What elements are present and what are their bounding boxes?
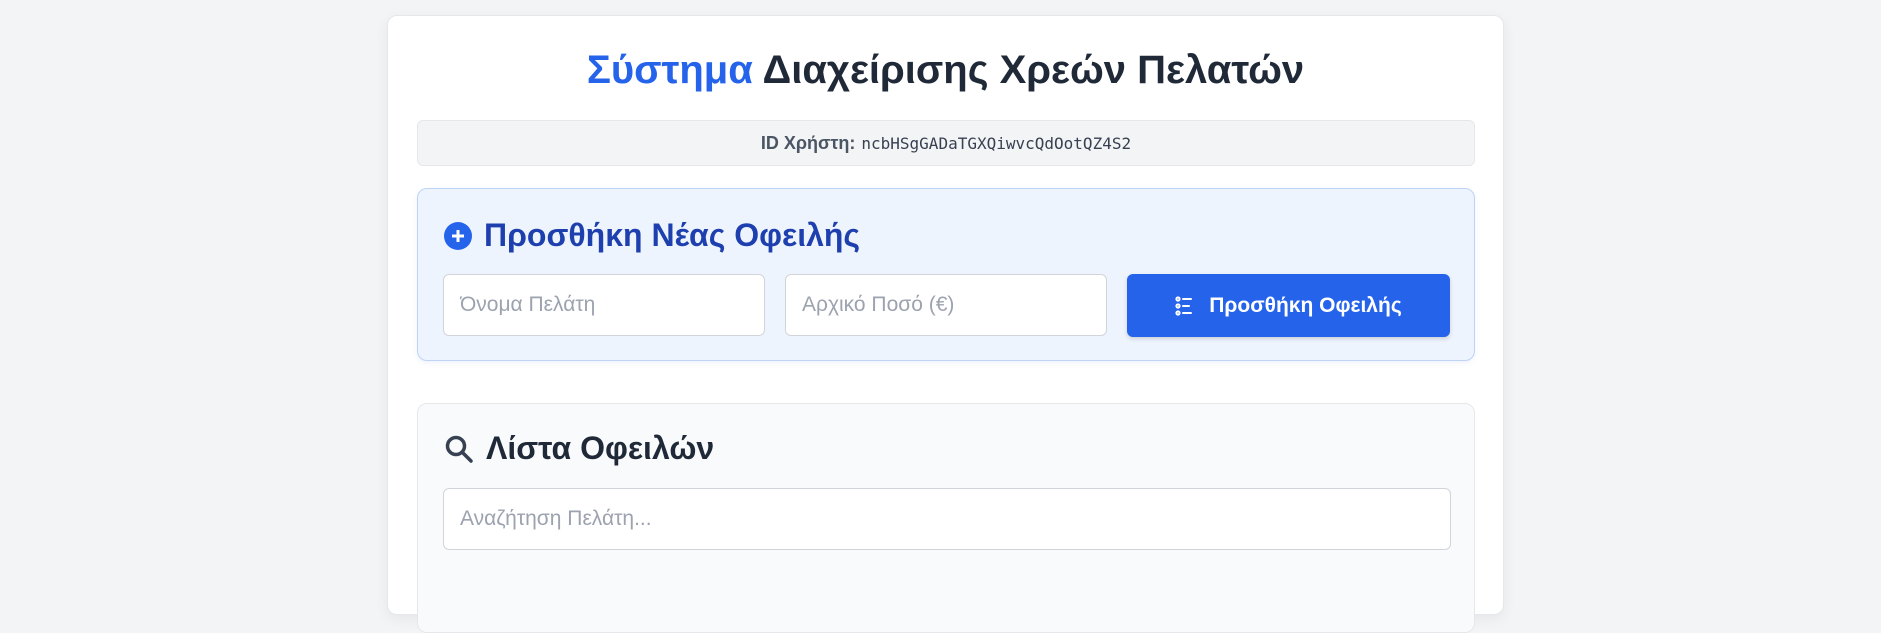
user-id-value: ncbHSgGADaTGXQiwvcQdOotQZ4S2 [861,133,1132,153]
debt-list-title-text: Λίστα Οφειλών [486,430,715,466]
debt-list-panel: Λίστα Οφειλών [417,403,1475,633]
add-debt-button[interactable]: Προσθήκη Οφειλής [1127,274,1450,337]
add-debt-title: Προσθήκη Νέας Οφειλής [444,217,860,254]
user-id-bar: ID Χρήστη: ncbHSgGADaTGXQiwvcQdOotQZ4S2 [417,120,1475,166]
add-debt-button-label: Προσθήκη Οφειλής [1209,293,1402,317]
customer-name-input[interactable] [443,274,765,336]
add-debt-panel: Προσθήκη Νέας Οφειλής Προσθήκη Οφειλής [417,188,1475,361]
list-add-icon [1175,295,1193,316]
page-title-rest: Διαχείρισης Χρεών Πελατών [752,48,1305,92]
debt-list-title: Λίστα Οφειλών [444,430,714,467]
add-debt-title-text: Προσθήκη Νέας Οφειλής [484,217,861,253]
page-title-accent: Σύστημα [586,48,753,92]
search-icon [444,434,474,464]
initial-amount-input[interactable] [785,274,1107,336]
page-title: Σύστημα Διαχείρισης Χρεών Πελατών [388,46,1503,94]
main-card: Σύστημα Διαχείρισης Χρεών Πελατών ID Χρή… [387,15,1504,633]
customer-search-input[interactable] [443,488,1451,550]
user-id-label: ID Χρήστη: [760,132,856,153]
plus-circle-icon [444,221,472,250]
